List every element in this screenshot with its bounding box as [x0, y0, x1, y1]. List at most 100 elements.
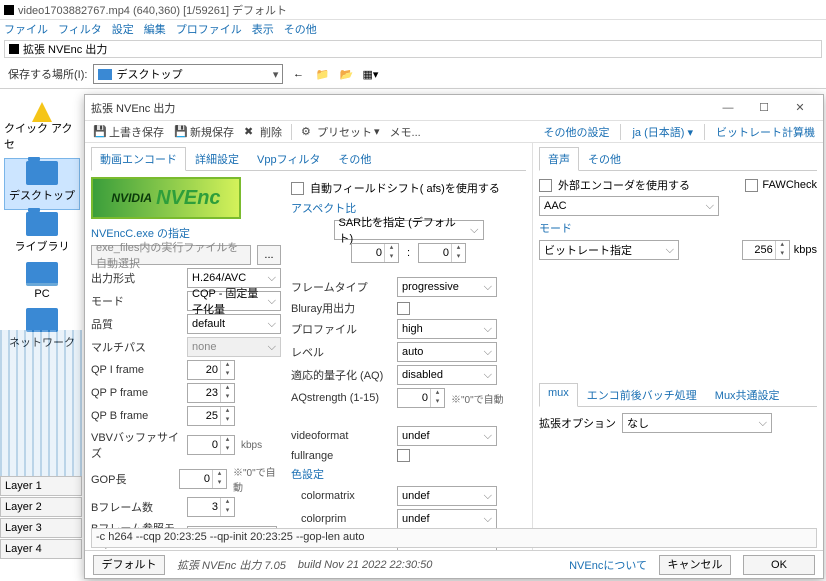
- ext-encoder-checkbox[interactable]: [539, 179, 552, 192]
- gop-hint: ※"0"で自動: [233, 464, 281, 494]
- right-tabs: 音声 その他: [539, 147, 817, 171]
- tab-batch[interactable]: エンコ前後バッチ処理: [578, 383, 706, 406]
- aq-combo[interactable]: disabled⌵: [397, 365, 497, 385]
- preset-dropdown[interactable]: ⚙プリセット▾: [297, 122, 384, 142]
- sidebar-quick-access[interactable]: クイック アクセ: [4, 98, 80, 158]
- bitrate-calc-link[interactable]: ビットレート計算機: [712, 124, 819, 140]
- commandline-display: -c h264 --cqp 20:23:25 --qp-init 20:23:2…: [91, 528, 817, 548]
- delete-button[interactable]: ✖削除: [240, 122, 286, 142]
- tab-other[interactable]: その他: [329, 147, 380, 170]
- up-button[interactable]: 📁: [313, 65, 331, 83]
- chevron-down-icon: ⌵: [484, 346, 492, 359]
- other-settings-link[interactable]: その他の設定: [539, 124, 613, 140]
- audio-bitrate-spinner[interactable]: ▴▾: [742, 240, 790, 260]
- maximize-button[interactable]: ☐: [747, 97, 781, 119]
- sidebar-pc[interactable]: PC: [4, 260, 80, 306]
- bluray-label: Bluray用出力: [291, 300, 391, 316]
- ext-option-combo[interactable]: なし⌵: [622, 413, 772, 433]
- new-folder-button[interactable]: 📂: [337, 65, 355, 83]
- minimize-button[interactable]: —: [711, 97, 745, 119]
- audio-mode-combo[interactable]: ビットレート指定⌵: [539, 240, 679, 260]
- videoformat-label: videoformat: [291, 430, 391, 442]
- colormatrix-combo[interactable]: undef⌵: [397, 486, 497, 506]
- tab-advanced[interactable]: 詳細設定: [186, 147, 248, 170]
- chevron-down-icon: ▾: [273, 68, 279, 81]
- aspect-x-spinner[interactable]: ▴▾: [351, 243, 399, 263]
- tab-vpp-filter[interactable]: Vppフィルタ: [248, 147, 329, 170]
- layer-row[interactable]: Layer 4: [0, 539, 82, 559]
- dialog-toolbar: 💾上書き保存 💾新規保存 ✖削除 ⚙プリセット▾ メモ... その他の設定 ja…: [85, 121, 823, 143]
- tab-mux[interactable]: mux: [539, 383, 578, 407]
- layer-row[interactable]: Layer 3: [0, 518, 82, 538]
- menu-settings[interactable]: 設定: [112, 21, 134, 37]
- separator: [291, 124, 292, 140]
- sidebar-label: PC: [34, 288, 49, 300]
- left-panel: 動画エンコード 詳細設定 Vppフィルタ その他 NVIDIANVEnc NVE…: [85, 143, 533, 550]
- chevron-down-icon: ⌵: [666, 244, 674, 257]
- timeline-strip: [0, 330, 82, 476]
- separator: [620, 124, 621, 140]
- audio-encoder-combo[interactable]: AAC⌵: [539, 196, 719, 216]
- save-icon: 💾: [93, 125, 107, 139]
- tab-audio-other[interactable]: その他: [579, 147, 630, 170]
- aspect-combo[interactable]: SAR比を指定 (デフォルト)⌵: [334, 220, 484, 240]
- level-combo[interactable]: auto⌵: [397, 342, 497, 362]
- bframe-spinner[interactable]: ▴▾: [187, 497, 235, 517]
- menu-other[interactable]: その他: [284, 21, 317, 37]
- quality-combo[interactable]: default⌵: [187, 314, 281, 334]
- mode-combo[interactable]: CQP - 固定量子化量⌵: [187, 291, 281, 311]
- memo-button[interactable]: メモ...: [386, 122, 425, 142]
- qp-b-spinner[interactable]: ▴▾: [187, 406, 235, 426]
- menu-view[interactable]: 表示: [252, 21, 274, 37]
- sidebar-libraries[interactable]: ライブラリ: [4, 210, 80, 260]
- qp-p-spinner[interactable]: ▴▾: [187, 383, 235, 403]
- default-button[interactable]: デフォルト: [93, 555, 165, 575]
- main-titlebar: video1703882767.mp4 (640,360) [1/59261] …: [0, 0, 826, 20]
- back-button[interactable]: ←: [289, 65, 307, 83]
- profile-label: プロファイル: [291, 321, 391, 337]
- afs-label: 自動フィールドシフト( afs)を使用する: [310, 180, 500, 196]
- aspect-y-spinner[interactable]: ▴▾: [418, 243, 466, 263]
- sidebar-label: デスクトップ: [9, 187, 75, 203]
- colorprim-combo[interactable]: undef⌵: [397, 509, 497, 529]
- fawcheck-checkbox[interactable]: [745, 179, 758, 192]
- about-link[interactable]: NVEncについて: [569, 557, 647, 573]
- profile-combo[interactable]: high⌵: [397, 319, 497, 339]
- tab-mux-common[interactable]: Mux共通設定: [706, 383, 789, 406]
- vbv-spinner[interactable]: ▴▾: [187, 435, 235, 455]
- save-location-combo[interactable]: デスクトップ ▾: [93, 64, 283, 84]
- cancel-button[interactable]: キャンセル: [659, 555, 731, 575]
- layer-row[interactable]: Layer 1: [0, 476, 82, 496]
- layer-row[interactable]: Layer 2: [0, 497, 82, 517]
- frametype-combo[interactable]: progressive⌵: [397, 277, 497, 297]
- right-panel: 音声 その他 外部エンコーダを使用する FAWCheck AAC⌵ モード ビッ…: [533, 143, 823, 550]
- bluray-checkbox[interactable]: [397, 302, 410, 315]
- view-button[interactable]: ▦▾: [361, 65, 379, 83]
- save-new-button[interactable]: 💾新規保存: [170, 122, 238, 142]
- tab-audio[interactable]: 音声: [539, 147, 579, 171]
- save-location-value: デスクトップ: [116, 66, 182, 82]
- ok-button[interactable]: OK: [743, 555, 815, 575]
- menu-file[interactable]: ファイル: [4, 21, 48, 37]
- sidebar-desktop[interactable]: デスクトップ: [4, 158, 80, 210]
- chevron-down-icon: ⌵: [759, 417, 767, 430]
- qp-i-spinner[interactable]: ▴▾: [187, 360, 235, 380]
- vbv-label: VBVバッファサイズ: [91, 429, 181, 461]
- tab-video-encode[interactable]: 動画エンコード: [91, 147, 186, 171]
- colon: :: [407, 247, 410, 259]
- close-button[interactable]: ✕: [783, 97, 817, 119]
- multipass-combo[interactable]: none⌵: [187, 337, 281, 357]
- gop-spinner[interactable]: ▴▾: [179, 469, 227, 489]
- save-overwrite-button[interactable]: 💾上書き保存: [89, 122, 168, 142]
- menu-filter[interactable]: フィルタ: [58, 21, 102, 37]
- afs-checkbox[interactable]: [291, 182, 304, 195]
- menu-edit[interactable]: 編集: [144, 21, 166, 37]
- language-dropdown[interactable]: ja (日本語) ▾: [628, 124, 697, 140]
- menu-profile[interactable]: プロファイル: [176, 21, 242, 37]
- dialog-titlebar: 拡張 NVEnc 出力 — ☐ ✕: [85, 95, 823, 121]
- exe-path-input[interactable]: exe_files内の実行ファイルを自動選択: [91, 245, 251, 265]
- videoformat-combo[interactable]: undef⌵: [397, 426, 497, 446]
- browse-exe-button[interactable]: ...: [257, 245, 281, 265]
- aqstrength-spinner[interactable]: ▴▾: [397, 388, 445, 408]
- fullrange-checkbox[interactable]: [397, 449, 410, 462]
